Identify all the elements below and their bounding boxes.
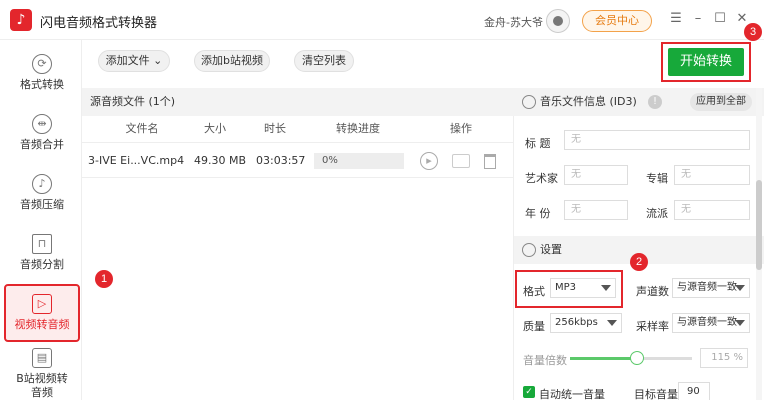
split-icon: ⊓: [32, 234, 52, 254]
settings-section-title: 设置: [540, 243, 562, 256]
sidebar-item-label: 音频合并: [20, 138, 64, 151]
id3-section-title: 音乐文件信息 (ID3): [540, 95, 637, 108]
artist-label: 艺术家: [525, 172, 558, 185]
format-select[interactable]: MP3: [550, 278, 616, 298]
title-field[interactable]: 无: [564, 130, 750, 150]
volume-value: 115: [711, 352, 731, 363]
artist-field[interactable]: 无: [564, 165, 628, 185]
scrollbar-thumb[interactable]: [756, 180, 762, 270]
chevron-down-icon: [735, 320, 745, 326]
channel-label: 声道数: [636, 285, 669, 298]
gear-icon: [522, 243, 536, 257]
quality-label: 质量: [523, 320, 545, 333]
genre-field[interactable]: 无: [674, 200, 750, 220]
file-size: 49.30 MB: [194, 154, 247, 167]
add-file-label: 添加文件: [105, 54, 150, 67]
video-icon: ▷: [32, 294, 52, 314]
column-header-progress: 转换进度: [336, 122, 380, 135]
channel-value: 与源音频一致: [677, 282, 737, 293]
column-header-size: 大小: [204, 122, 226, 135]
sidebar-item-label-line2: 音频: [31, 386, 53, 399]
quality-select[interactable]: 256kbps: [550, 313, 622, 333]
music-note-icon: ♪: [32, 174, 52, 194]
play-icon[interactable]: ▸: [420, 152, 438, 170]
progress-text: 0%: [322, 155, 338, 166]
sidebar-item-audio-compress[interactable]: ♪ 音频压缩: [4, 166, 80, 224]
apply-all-button[interactable]: 应用到全部: [690, 93, 752, 111]
app-logo-icon: ♪: [10, 9, 32, 31]
auto-volume-label: 自动统一音量: [539, 388, 605, 400]
volume-slider-fill: [570, 357, 638, 360]
volume-slider-handle[interactable]: [630, 351, 645, 365]
add-file-button[interactable]: 添加文件 ⌄: [98, 50, 170, 72]
step-badge-3: 3: [744, 23, 762, 41]
column-header-duration: 时长: [264, 122, 286, 135]
volume-input[interactable]: 115 %: [700, 348, 748, 368]
sidebar-item-label: 音频分割: [20, 258, 64, 271]
table-row[interactable]: 3-IVE Ei...VC.mp4 49.30 MB 03:03:57 0% ▸: [82, 142, 514, 178]
tv-icon: ▤: [32, 348, 52, 368]
sidebar-item-format-convert[interactable]: ⟳ 格式转换: [4, 46, 80, 104]
step-badge-2: 2: [630, 253, 648, 271]
conversion-progress-bar: 0%: [314, 153, 404, 169]
chevron-down-icon: [601, 285, 611, 291]
info-icon[interactable]: !: [648, 95, 662, 109]
chevron-down-icon: [607, 320, 617, 326]
menu-icon[interactable]: ☰: [668, 11, 684, 27]
minimize-icon[interactable]: –: [690, 11, 706, 27]
user-name[interactable]: 金舟-苏大爷: [484, 14, 543, 30]
trash-icon[interactable]: [484, 154, 496, 169]
volume-label: 音量倍数: [523, 354, 567, 367]
merge-icon: ⇹: [32, 114, 52, 134]
app-title: 闪电音频格式转换器: [40, 16, 158, 31]
id3-section-header: 音乐文件信息 (ID3) ! 应用到全部: [514, 88, 764, 116]
sidebar: ⟳ 格式转换 ⇹ 音频合并 ♪ 音频压缩 ⊓ 音频分割 ▷ 视频转音频 ▤ B站…: [0, 40, 82, 400]
start-convert-button[interactable]: 开始转换: [668, 48, 744, 76]
avatar[interactable]: [546, 9, 570, 33]
sidebar-item-label: B站视频转: [16, 372, 68, 385]
title-label: 标 题: [525, 137, 551, 150]
format-label: 格式: [523, 285, 545, 298]
sidebar-item-label: 音频压缩: [20, 198, 64, 211]
album-label: 专辑: [646, 172, 668, 185]
file-list-header: 源音频文件 (1个): [82, 88, 514, 116]
sample-rate-select[interactable]: 与源音频一致: [672, 313, 750, 333]
sample-rate-label: 采样率: [636, 320, 669, 333]
clear-list-button[interactable]: 清空列表: [294, 50, 354, 72]
sample-rate-value: 与源音频一致: [677, 317, 737, 328]
sidebar-item-bilibili-to-audio[interactable]: ▤ B站视频转 音频: [4, 344, 80, 400]
headphones-icon: [522, 95, 536, 109]
chevron-down-icon: [735, 285, 745, 291]
file-list-panel: 源音频文件 (1个) 文件名 大小 时长 转换进度 操作 3-IVE Ei...…: [82, 88, 514, 400]
column-header-name: 文件名: [125, 122, 159, 135]
sidebar-item-video-to-audio[interactable]: ▷ 视频转音频: [4, 284, 80, 342]
column-header-actions: 操作: [450, 122, 472, 135]
maximize-icon[interactable]: ☐: [712, 11, 728, 27]
year-label: 年 份: [525, 207, 551, 220]
channel-select[interactable]: 与源音频一致: [672, 278, 750, 298]
year-field[interactable]: 无: [564, 200, 628, 220]
member-center-button[interactable]: 会员中心: [582, 10, 652, 32]
volume-unit: %: [733, 352, 743, 363]
refresh-icon: ⟳: [32, 54, 52, 74]
sidebar-item-label: 视频转音频: [14, 318, 70, 331]
quality-value: 256kbps: [555, 317, 598, 328]
file-name: 3-IVE Ei...VC.mp4: [88, 154, 185, 167]
file-duration: 03:03:57: [256, 154, 306, 167]
format-value: MP3: [555, 282, 577, 293]
folder-icon[interactable]: [452, 154, 470, 168]
auto-volume-checkbox[interactable]: ✓: [523, 386, 535, 398]
title-bar: ♪ 闪电音频格式转换器 金舟-苏大爷 会员中心 ☰ – ☐ ✕: [0, 0, 764, 40]
album-field[interactable]: 无: [674, 165, 750, 185]
add-bilibili-button[interactable]: 添加b站视频: [194, 50, 270, 72]
sidebar-item-audio-merge[interactable]: ⇹ 音频合并: [4, 106, 80, 164]
genre-label: 流派: [646, 207, 668, 220]
chevron-down-icon[interactable]: ⌄: [153, 54, 162, 67]
sidebar-item-label: 格式转换: [20, 78, 64, 91]
sidebar-item-audio-split[interactable]: ⊓ 音频分割: [4, 226, 80, 284]
target-volume-input[interactable]: 90: [678, 382, 710, 400]
target-volume-label: 目标音量: [634, 388, 678, 400]
